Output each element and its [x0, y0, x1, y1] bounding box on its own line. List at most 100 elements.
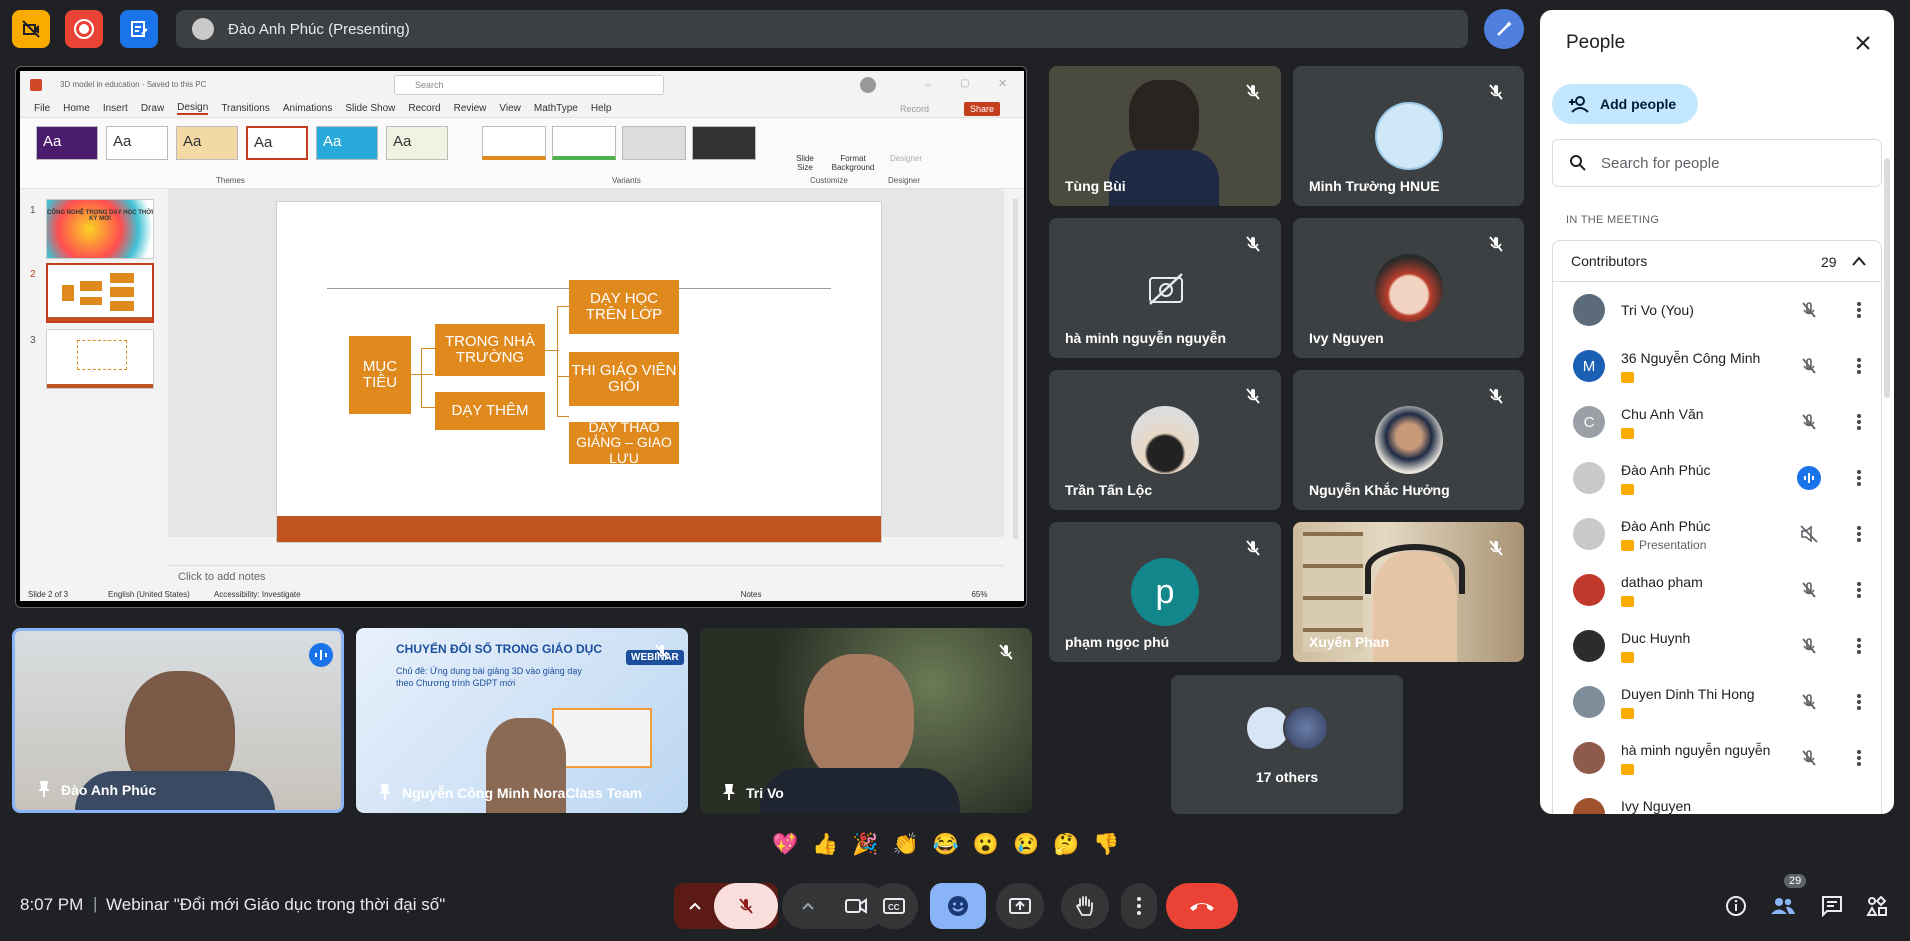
notes-toggle[interactable]: Notes — [741, 590, 762, 599]
participant-tile[interactable]: Trần Tấn Lộc — [1049, 370, 1281, 510]
participant-tile[interactable]: Nguyễn Khắc Hưởng — [1293, 370, 1524, 510]
menu-record[interactable]: Record — [408, 103, 440, 114]
minimize-icon[interactable]: – — [925, 79, 931, 91]
participant-tile[interactable]: Xuyến Phan — [1293, 522, 1524, 662]
menu-view[interactable]: View — [499, 103, 521, 114]
no-camera-feed-icon[interactable] — [12, 10, 50, 48]
menu-slideshow[interactable]: Slide Show — [345, 103, 395, 114]
reaction-thumbs-up[interactable]: 👍 — [812, 833, 838, 857]
slide-thumbnail-1[interactable]: CÔNG NGHỆ TRONG DẠY HỌC THỜI KỲ MỚI — [46, 199, 154, 259]
reaction-clap[interactable]: 👏 — [892, 833, 918, 857]
more-vert-icon[interactable] — [1849, 692, 1869, 712]
more-vert-icon[interactable] — [1849, 524, 1869, 544]
close-icon[interactable] — [1854, 34, 1872, 52]
format-background-button[interactable]: Format Background — [830, 154, 876, 172]
raise-hand-button[interactable] — [1061, 883, 1109, 929]
theme-swatch[interactable]: Aa — [176, 126, 238, 160]
more-vert-icon[interactable] — [1849, 468, 1869, 488]
slide-thumbnail-3[interactable] — [46, 329, 154, 389]
menu-review[interactable]: Review — [454, 103, 487, 114]
list-item[interactable]: Ivy Nguyen — [1553, 786, 1881, 814]
reaction-surprised[interactable]: 😮 — [973, 833, 999, 857]
reaction-heart[interactable]: 💖 — [772, 833, 798, 857]
maximize-icon[interactable]: ▢ — [960, 78, 969, 89]
camera-options-button[interactable] — [788, 883, 828, 929]
pin-icon[interactable] — [37, 780, 51, 798]
theme-swatch[interactable]: Aa — [316, 126, 378, 160]
accessibility-status[interactable]: Accessibility: Investigate — [214, 590, 301, 599]
variant-swatch[interactable] — [552, 126, 616, 160]
theme-swatch[interactable]: Aa — [106, 126, 168, 160]
ppt-scrollbar[interactable] — [1013, 199, 1018, 539]
list-item[interactable]: Đào Anh Phúc Presentation — [1553, 506, 1881, 562]
mic-options-button[interactable] — [674, 883, 716, 929]
captions-button[interactable]: CC — [870, 883, 918, 929]
more-options-button[interactable] — [1121, 883, 1157, 929]
list-item[interactable]: hà minh nguyễn nguyễn — [1553, 730, 1881, 786]
reaction-party[interactable]: 🎉 — [852, 833, 878, 857]
menu-file[interactable]: File — [34, 103, 50, 114]
menu-insert[interactable]: Insert — [103, 103, 128, 114]
variant-swatch[interactable] — [692, 126, 756, 160]
meeting-details-button[interactable] — [1724, 894, 1748, 923]
reaction-laugh[interactable]: 😂 — [933, 833, 959, 857]
people-button[interactable]: 29 — [1770, 874, 1807, 923]
participant-tile[interactable]: Ivy Nguyen — [1293, 218, 1524, 358]
others-tile[interactable]: 17 others — [1171, 675, 1403, 814]
more-vert-icon[interactable] — [1849, 300, 1869, 320]
notes-pane[interactable]: Click to add notes — [168, 565, 1004, 589]
magic-wand-button[interactable] — [1484, 9, 1524, 49]
menu-home[interactable]: Home — [63, 103, 90, 114]
menu-design[interactable]: Design — [177, 102, 209, 115]
ppt-user-avatar[interactable] — [860, 77, 876, 93]
reactions-button[interactable] — [930, 883, 986, 929]
pin-icon[interactable] — [378, 783, 392, 801]
slide-thumbnail-2[interactable] — [46, 263, 154, 323]
theme-swatch[interactable]: Aa — [246, 126, 308, 160]
reaction-sad[interactable]: 😢 — [1013, 833, 1039, 857]
mic-toggle-button[interactable] — [714, 883, 778, 929]
chat-button[interactable] — [1820, 894, 1844, 923]
participant-tile[interactable]: Tri Vo — [700, 628, 1032, 813]
variant-swatch[interactable] — [482, 126, 546, 160]
list-item[interactable]: C Chu Anh Văn — [1553, 394, 1881, 450]
list-item[interactable]: Duc Huynh — [1553, 618, 1881, 674]
list-item[interactable]: Tri Vo (You) — [1553, 282, 1881, 338]
zoom-level[interactable]: 65% — [971, 590, 987, 599]
recording-icon[interactable] — [65, 10, 103, 48]
reaction-thumbs-down[interactable]: 👎 — [1093, 833, 1119, 857]
slide-size-button[interactable]: Slide Size — [790, 154, 820, 172]
participant-tile[interactable]: hà minh nguyễn nguyễn — [1049, 218, 1281, 358]
menu-transitions[interactable]: Transitions — [221, 103, 270, 114]
more-vert-icon[interactable] — [1849, 356, 1869, 376]
contributors-header[interactable]: Contributors 29 — [1552, 240, 1882, 282]
add-people-button[interactable]: Add people — [1552, 84, 1698, 124]
more-vert-icon[interactable] — [1849, 412, 1869, 432]
more-vert-icon[interactable] — [1849, 748, 1869, 768]
participant-tile-active-speaker[interactable]: Đào Anh Phúc — [12, 628, 344, 813]
panel-scrollbar[interactable] — [1884, 158, 1890, 398]
menu-help[interactable]: Help — [591, 103, 612, 114]
participant-tile[interactable]: Tùng Bùi — [1049, 66, 1281, 206]
designer-button[interactable]: Designer — [890, 154, 922, 163]
search-people-input[interactable]: Search for people — [1552, 139, 1882, 187]
menu-draw[interactable]: Draw — [141, 103, 164, 114]
participant-tile[interactable]: p phạm ngọc phú — [1049, 522, 1281, 662]
record-button[interactable]: Record — [900, 104, 929, 114]
notes-icon[interactable] — [120, 10, 158, 48]
list-item[interactable]: Duyen Dinh Thi Hong — [1553, 674, 1881, 730]
menu-animations[interactable]: Animations — [283, 103, 332, 114]
leave-call-button[interactable] — [1166, 883, 1238, 929]
present-screen-button[interactable] — [996, 883, 1044, 929]
participant-tile[interactable]: Minh Trường HNUE — [1293, 66, 1524, 206]
list-item[interactable]: M 36 Nguyễn Công Minh — [1553, 338, 1881, 394]
close-window-icon[interactable]: ✕ — [998, 77, 1007, 90]
share-button[interactable]: Share — [964, 102, 1001, 116]
reaction-thinking[interactable]: 🤔 — [1053, 833, 1079, 857]
pin-icon[interactable] — [722, 783, 736, 801]
list-item[interactable]: Đào Anh Phúc — [1553, 450, 1881, 506]
menu-mathtype[interactable]: MathType — [534, 103, 578, 114]
variant-swatch[interactable] — [622, 126, 686, 160]
activities-button[interactable] — [1866, 894, 1890, 923]
ppt-search-input[interactable]: Search — [394, 75, 664, 95]
